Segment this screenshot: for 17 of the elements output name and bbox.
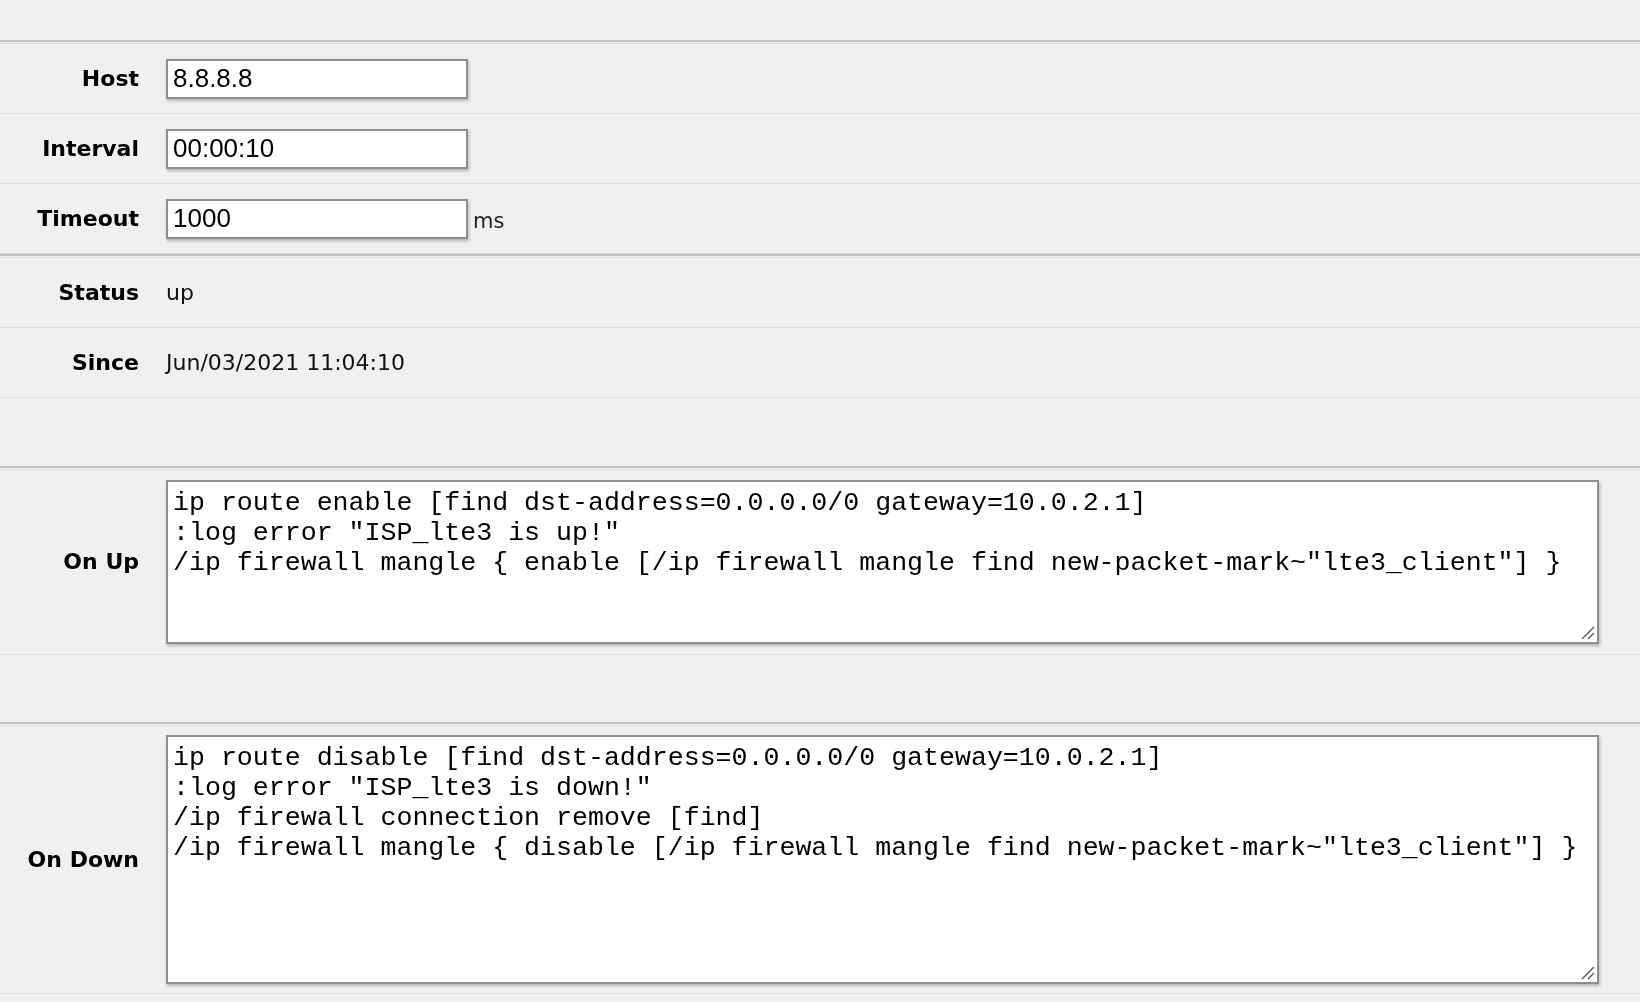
field-label: Interval [42,135,139,162]
text-field[interactable]: 00:00:10 [166,128,468,169]
unit-label: ms [473,207,505,235]
status-value: Jun/03/2021 11:04:10 [166,349,405,377]
field-label: Host [81,65,139,92]
resize-grip-icon[interactable] [1581,626,1595,640]
status-value: up [166,279,194,307]
field-label: Status [58,279,139,306]
script-field[interactable]: ip route disable [find dst-address=0.0.0.0/0 gateway=10.0.2.1] :log error "ISP_lte3 is down!" /ip firewall connection remove [find] /ip firewall mangle { disable [/ip firewall mangle find new-packet-mark~"lte3_client"] } [166,735,1599,984]
script-field[interactable]: ip route enable [find dst-address=0.0.0.0/0 gateway=10.0.2.1] :log error "ISP_lte3 is up!" /ip firewall mangle { enable [/ip firewall mangle find new-packet-mark~"lte3_client"] } [166,480,1599,644]
field-label: Since [72,349,139,376]
resize-grip-icon[interactable] [1581,966,1595,980]
text-field[interactable]: 1000 [166,198,468,239]
field-label: On Down [27,846,139,873]
text-field[interactable]: 8.8.8.8 [166,58,468,99]
field-label: Timeout [37,205,139,232]
field-label: On Up [63,549,139,575]
